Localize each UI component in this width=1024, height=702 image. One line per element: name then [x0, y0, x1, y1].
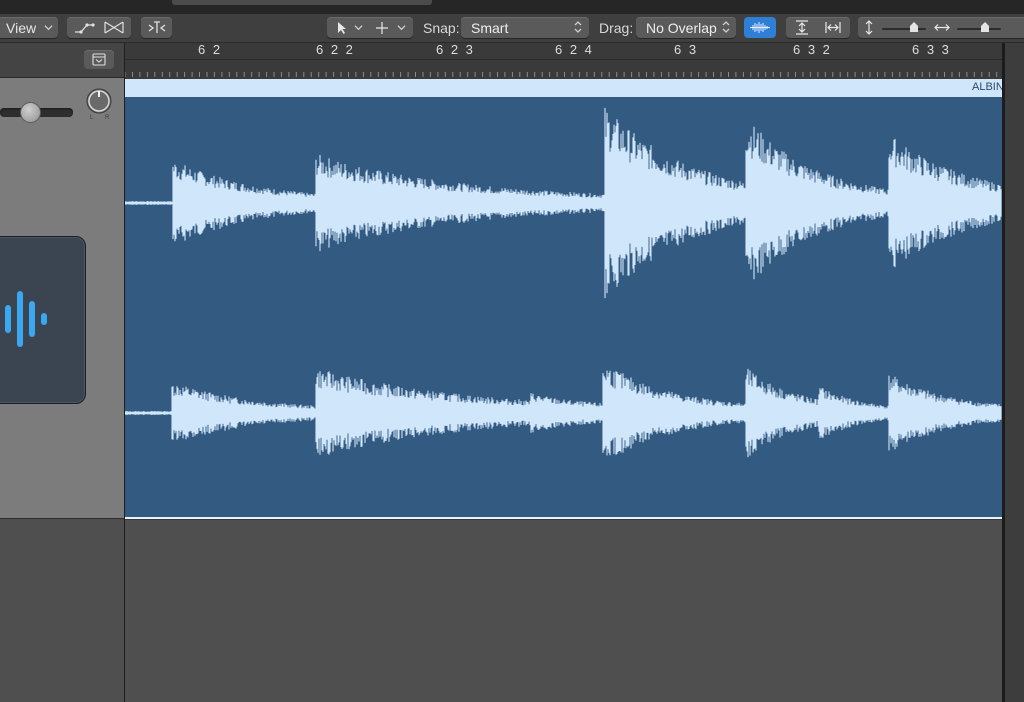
- audio-region-header[interactable]: [125, 79, 1002, 97]
- vertical-fit-icon[interactable]: [794, 20, 810, 35]
- horizontal-zoom-slider[interactable]: [957, 28, 1001, 30]
- snap-select[interactable]: Smart: [461, 17, 589, 38]
- view-menu-button[interactable]: View: [0, 17, 58, 38]
- horizontal-zoom-thumb[interactable]: [980, 21, 990, 33]
- main-toolbar: View Snap: Smart Drag: No Overlap: [0, 14, 1024, 43]
- ruler-bar-label: 6 2 3: [436, 42, 475, 57]
- right-side-panel: [1005, 43, 1024, 702]
- horizontal-fit-icon[interactable]: [825, 20, 841, 35]
- drag-mode-value: No Overlap: [646, 20, 717, 36]
- audio-region-name: ALBIN: [972, 81, 1004, 93]
- catch-playhead-icon: [148, 21, 166, 33]
- window-tab-strip: [172, 0, 432, 5]
- snap-value: Smart: [471, 20, 509, 36]
- drag-mode-select[interactable]: No Overlap: [636, 17, 736, 38]
- audio-region-bottom-edge: [125, 517, 1002, 519]
- tool-selector-group: [327, 17, 413, 38]
- title-bar: [0, 0, 1024, 14]
- horizontal-zoom-icon: [934, 24, 950, 31]
- marquee-tool-icon[interactable]: [375, 21, 389, 35]
- audio-waveform: [124, 107, 1002, 458]
- waveform-zoom-button[interactable]: [744, 17, 776, 38]
- track-header-controls: [0, 43, 124, 78]
- volume-slider-thumb[interactable]: [20, 102, 41, 123]
- audio-track-icon-tile[interactable]: [0, 236, 86, 404]
- ruler-bar-label: 6 2 4: [555, 42, 594, 57]
- audio-track-icon: [5, 291, 47, 347]
- ruler-bar-label: 6 3 3: [912, 42, 951, 57]
- empty-track-lane[interactable]: [125, 520, 1002, 702]
- svg-text:R: R: [105, 115, 110, 121]
- automation-flex-group: [67, 17, 131, 38]
- updown-chevron-icon: [574, 21, 582, 33]
- show-inspector-button[interactable]: [84, 50, 114, 69]
- ruler-divider: [125, 59, 1002, 60]
- catch-playhead-button[interactable]: [141, 17, 172, 38]
- zoom-fit-group: [786, 17, 850, 38]
- pan-knob-icon[interactable]: L R: [84, 87, 114, 121]
- empty-track-list-area: [0, 519, 124, 702]
- chevron-down-icon[interactable]: [354, 23, 363, 32]
- view-menu-label: View: [6, 20, 37, 36]
- vertical-zoom-slider[interactable]: [882, 28, 926, 30]
- ruler-bar-label: 6 3 2: [793, 42, 832, 57]
- snap-label: Snap:: [423, 20, 460, 36]
- automation-icon[interactable]: [73, 20, 97, 35]
- show-inspector-icon: [92, 53, 106, 66]
- flex-icon[interactable]: [103, 20, 125, 35]
- pointer-tool-icon[interactable]: [336, 21, 348, 35]
- ruler-ticks: [125, 72, 998, 77]
- chevron-down-icon: [44, 25, 53, 31]
- audio-region[interactable]: [124, 97, 1002, 517]
- vertical-zoom-thumb[interactable]: [909, 21, 919, 33]
- ruler-bar-label: 6 3: [674, 42, 699, 57]
- waveform-zoom-icon: [750, 22, 770, 33]
- vertical-zoom-icon: [865, 20, 873, 35]
- zoom-sliders-group: [858, 17, 1024, 38]
- chevron-down-icon[interactable]: [397, 23, 406, 32]
- updown-chevron-icon: [722, 21, 730, 33]
- drag-label: Drag:: [599, 20, 634, 36]
- ruler-bar-label: 6 2 2: [316, 42, 355, 57]
- ruler-bar-label: 6 2: [198, 42, 223, 57]
- svg-text:L: L: [90, 115, 94, 121]
